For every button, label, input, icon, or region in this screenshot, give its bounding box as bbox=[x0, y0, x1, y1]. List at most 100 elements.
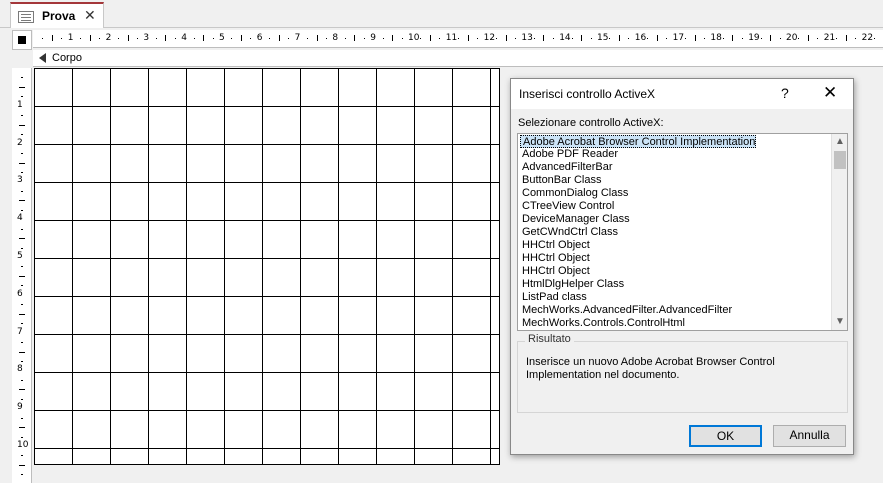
section-header-corpo[interactable]: Corpo bbox=[33, 50, 883, 67]
ruler-tick bbox=[165, 35, 167, 41]
ruler-tick bbox=[807, 35, 809, 41]
activex-list-item[interactable]: HHCtrl Object bbox=[520, 265, 590, 278]
ruler-tick bbox=[21, 379, 23, 381]
ruler-tick bbox=[21, 342, 23, 344]
ruler-tick bbox=[19, 275, 25, 277]
activex-list-item[interactable]: DeviceManager Class bbox=[520, 213, 630, 226]
ruler-tick bbox=[19, 86, 25, 88]
vertical-ruler[interactable]: 1 2 3 4 5 6 7 8 9 10 bbox=[12, 68, 32, 483]
ruler-tick bbox=[571, 38, 573, 39]
ruler-tick bbox=[477, 38, 479, 39]
ruler-tick bbox=[552, 38, 554, 39]
ruler-tick bbox=[420, 38, 422, 39]
ok-button[interactable]: OK bbox=[689, 425, 762, 447]
ruler-tick bbox=[874, 38, 876, 39]
ruler-tick bbox=[855, 38, 857, 39]
ruler-tick bbox=[269, 38, 271, 39]
activex-list-item[interactable]: MechWorks.AdvancedFilter.AdvancedFilter bbox=[520, 304, 732, 317]
tab-close-icon[interactable]: ✕ bbox=[84, 7, 96, 24]
ruler-tick bbox=[703, 38, 705, 39]
activex-list-item[interactable]: HHCtrl Object bbox=[520, 252, 590, 265]
ruler-tick bbox=[628, 38, 630, 39]
tab-label: Prova bbox=[42, 9, 76, 23]
ruler-tick bbox=[80, 38, 82, 39]
ruler-tick bbox=[354, 35, 356, 41]
ruler-corner-selector[interactable] bbox=[12, 30, 32, 50]
ruler-tick bbox=[401, 38, 403, 39]
activex-list-item[interactable]: HHCtrl Object bbox=[520, 239, 590, 252]
ruler-tick bbox=[136, 38, 138, 39]
ruler-tick bbox=[439, 38, 441, 39]
ruler-tick bbox=[760, 38, 762, 39]
ruler-tick bbox=[656, 35, 658, 41]
activex-list-item[interactable]: Adobe PDF Reader bbox=[520, 148, 618, 161]
ruler-tick bbox=[344, 38, 346, 39]
ruler-tick bbox=[307, 38, 309, 39]
ruler-tick bbox=[590, 38, 592, 39]
activex-list-item[interactable]: GetCWndCtrl Class bbox=[520, 226, 618, 239]
cancel-button[interactable]: Annulla bbox=[773, 425, 846, 447]
scroll-down-icon[interactable]: ▼ bbox=[832, 314, 847, 330]
ruler-number: 8 bbox=[17, 364, 23, 375]
ruler-tick bbox=[817, 38, 819, 39]
close-button[interactable]: ✕ bbox=[823, 83, 837, 103]
ruler-tick bbox=[174, 38, 176, 39]
result-description: Inserisce un nuovo Adobe Acrobat Browser… bbox=[526, 356, 775, 381]
scroll-up-icon[interactable]: ▲ bbox=[832, 134, 847, 150]
select-form-icon bbox=[18, 36, 26, 44]
activex-list-item[interactable]: ListPad class bbox=[520, 291, 587, 304]
activex-listbox[interactable]: MechWorks.Controls.ControlHtml MechWorks.… bbox=[517, 133, 848, 331]
activex-list-item[interactable]: MechWorks.Controls.ControlHtml bbox=[520, 317, 685, 330]
ruler-number: 5 bbox=[219, 33, 225, 43]
ruler-tick bbox=[19, 427, 25, 429]
ruler-tick bbox=[118, 38, 120, 39]
ruler-tick bbox=[618, 35, 620, 41]
ruler-number: 20 bbox=[786, 33, 798, 43]
ruler-tick bbox=[533, 38, 535, 39]
activex-list-item[interactable]: AdvancedFilterBar bbox=[520, 161, 613, 174]
activex-list-item[interactable]: Adobe Acrobat Browser Control Implementa… bbox=[520, 135, 757, 148]
section-label: Corpo bbox=[52, 52, 82, 64]
ruler-tick bbox=[505, 35, 507, 41]
ruler-tick bbox=[21, 323, 23, 325]
ruler-number: 18 bbox=[710, 33, 722, 43]
horizontal-ruler[interactable]: 1 2 3 4 5 6 7 8 9 10 11 12 13 14 15 16 17 18 19 20 21 22 bbox=[33, 30, 883, 48]
ruler-tick bbox=[325, 38, 327, 39]
ruler-number: 7 bbox=[17, 326, 23, 337]
help-button[interactable]: ? bbox=[781, 85, 789, 101]
ruler-tick bbox=[193, 38, 195, 39]
ruler-tick bbox=[21, 474, 23, 476]
activex-list-item[interactable]: CTreeView Control bbox=[520, 200, 614, 213]
ruler-tick bbox=[392, 35, 394, 41]
ruler-tick bbox=[19, 238, 25, 240]
ruler-number: 5 bbox=[17, 251, 23, 261]
ruler-tick bbox=[203, 35, 205, 41]
ruler-tick bbox=[458, 38, 460, 39]
ruler-tick bbox=[21, 304, 23, 306]
ruler-tick bbox=[19, 389, 25, 391]
ruler-tick bbox=[21, 417, 23, 419]
ruler-tick bbox=[770, 35, 772, 41]
ruler-tick bbox=[21, 209, 23, 211]
result-legend: Risultato bbox=[525, 333, 574, 345]
ruler-number: 16 bbox=[634, 33, 647, 43]
ruler-number: 14 bbox=[559, 33, 571, 43]
ruler-tick bbox=[382, 38, 384, 39]
ruler-tick bbox=[21, 115, 23, 117]
ruler-number: 10 bbox=[408, 33, 420, 43]
activex-list-item[interactable]: HtmlDlgHelper Class bbox=[520, 278, 624, 291]
tab-prova[interactable]: Prova ✕ bbox=[10, 2, 104, 28]
ruler-tick bbox=[21, 134, 23, 136]
ruler-tick bbox=[21, 247, 23, 249]
ruler-tick bbox=[19, 124, 25, 126]
dialog-title: Inserisci controllo ActiveX bbox=[519, 87, 656, 101]
activex-list-item[interactable]: CommonDialog Class bbox=[520, 187, 628, 200]
listbox-scrollbar[interactable]: ▲ ▼ bbox=[831, 134, 847, 330]
scroll-thumb[interactable] bbox=[834, 151, 846, 169]
ruler-tick bbox=[836, 38, 838, 39]
ruler-tick bbox=[467, 35, 469, 41]
design-grid[interactable] bbox=[34, 68, 500, 465]
ruler-tick bbox=[741, 38, 743, 39]
activex-list-item[interactable]: ButtonBar Class bbox=[520, 174, 601, 187]
ruler-number: 9 bbox=[17, 402, 23, 413]
